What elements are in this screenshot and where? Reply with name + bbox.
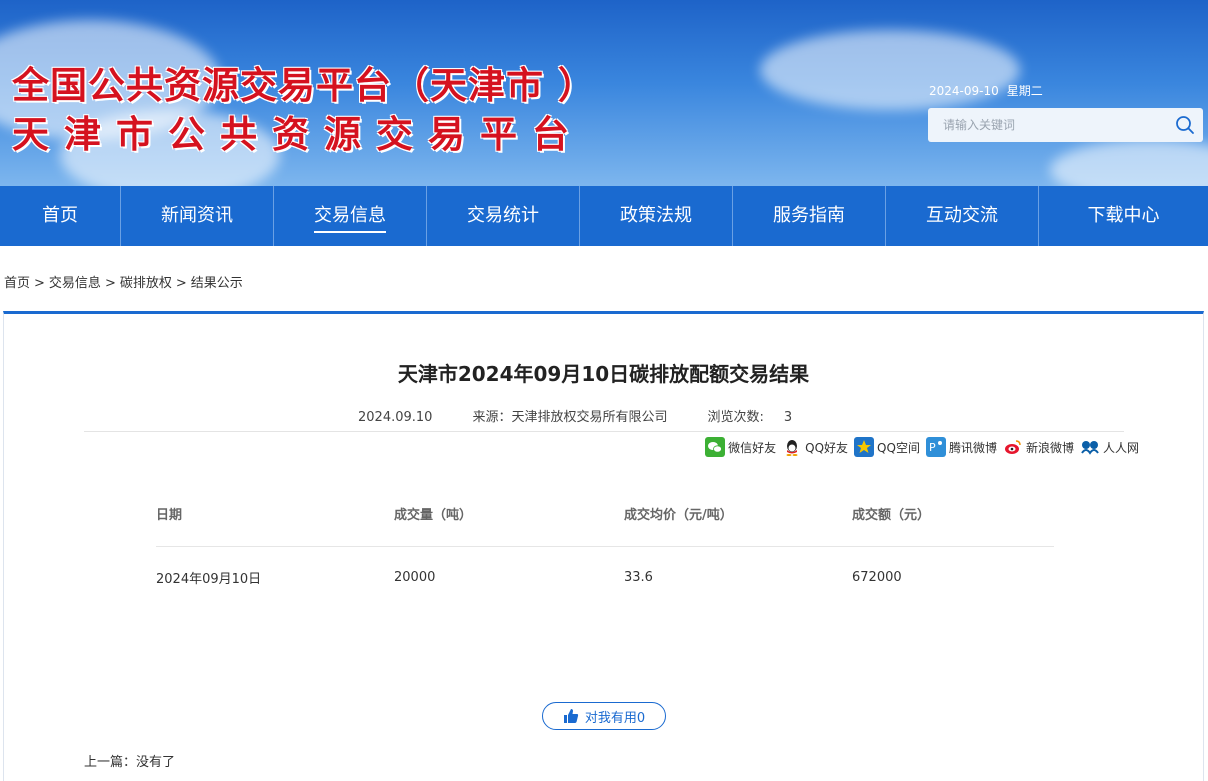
prev-label: 上一篇： (84, 755, 137, 770)
table-cell: 33.6 (624, 569, 653, 585)
views-value: 3 (783, 410, 793, 425)
nav-item-label: 首页 (42, 205, 78, 226)
article-date: 2024.09.10 (358, 410, 433, 425)
breadcrumb-separator: > (175, 276, 187, 291)
share-qzone[interactable]: QQ空间 (854, 437, 920, 457)
qzone-icon (854, 437, 875, 457)
share-qq[interactable]: QQ好友 (782, 437, 848, 457)
article-meta: 2024.09.10 来源：天津排放权交易所有限公司 浏览次数: 3 (358, 406, 832, 425)
cloud-decoration (1050, 140, 1208, 186)
nav-item-service-guide[interactable]: 服务指南 (733, 186, 886, 246)
breadcrumb: 首页 > 交易信息 > 碳排放权 > 结果公示 (4, 272, 243, 291)
share-wechat[interactable]: 微信好友 (705, 437, 776, 457)
renren-icon (1081, 441, 1099, 455)
prev-article: 上一篇：没有了 (84, 751, 175, 770)
table-cell: 20000 (394, 569, 436, 585)
site-title-national: 全国公共资源交易平台（天津市 ） (12, 63, 596, 107)
date-text: 2024-09-10 (929, 84, 999, 98)
tencent-weibo-icon: P (925, 437, 946, 457)
nav-item-trade-info[interactable]: 交易信息 (274, 186, 427, 246)
main-nav: 首页 新闻资讯 交易信息 交易统计 政策法规 服务指南 互动交流 下载中心 (0, 186, 1208, 246)
sina-weibo-icon (1004, 440, 1021, 454)
qq-icon (786, 440, 798, 456)
nav-item-label: 互动交流 (926, 205, 998, 226)
table-cell: 672000 (852, 569, 902, 585)
breadcrumb-trade-info[interactable]: 交易信息 (49, 276, 101, 291)
site-header: 全国公共资源交易平台（天津市 ） 天津市公共资源交易平台 2024-09-10 星… (0, 0, 1208, 186)
nav-item-home[interactable]: 首页 (0, 186, 121, 246)
nav-item-interaction[interactable]: 互动交流 (886, 186, 1039, 246)
source-value: 天津排放权交易所有限公司 (511, 410, 668, 425)
nav-item-label: 服务指南 (773, 205, 845, 226)
wechat-icon (705, 437, 726, 457)
breadcrumb-separator: > (34, 276, 45, 291)
nav-item-label: 交易信息 (314, 203, 386, 233)
nav-item-label: 新闻资讯 (161, 205, 233, 226)
article-views: 浏览次数: 3 (707, 410, 792, 425)
share-renren[interactable]: 人人网 (1080, 437, 1139, 457)
useful-label: 对我有用0 (584, 710, 646, 726)
svg-text:P: P (929, 441, 936, 454)
nav-item-downloads[interactable]: 下载中心 (1039, 186, 1208, 246)
search-icon[interactable] (1175, 115, 1195, 135)
table-cell: 2024年09月10日 (156, 571, 262, 587)
share-label: QQ空间 (877, 440, 920, 455)
share-sina-weibo[interactable]: 新浪微博 (1003, 437, 1074, 457)
views-label: 浏览次数: (707, 410, 764, 425)
trade-result-table: 日期 成交量（吨） 成交均价（元/吨） 成交额（元） 2024年09月10日 2… (156, 504, 1054, 607)
header-date: 2024-09-10 星期二 (929, 82, 1051, 99)
share-label: 腾讯微博 (948, 440, 997, 455)
weekday-text: 星期二 (1006, 84, 1043, 98)
site-title-tianjin: 天津市公共资源交易平台 (12, 112, 584, 156)
search-box (928, 108, 1203, 142)
nav-item-policy[interactable]: 政策法规 (580, 186, 733, 246)
share-label: QQ好友 (805, 440, 849, 455)
share-label: 新浪微博 (1025, 440, 1074, 455)
article-source: 来源：天津排放权交易所有限公司 (472, 410, 667, 425)
nav-item-news[interactable]: 新闻资讯 (121, 186, 274, 246)
table-row: 2024年09月10日 20000 33.6 672000 (156, 547, 1054, 607)
article-container: 天津市2024年09月10日碳排放配额交易结果 2024.09.10 来源：天津排… (3, 311, 1204, 781)
breadcrumb-results[interactable]: 结果公示 (191, 276, 243, 291)
breadcrumb-carbon[interactable]: 碳排放权 (120, 276, 172, 291)
nav-item-trade-stats[interactable]: 交易统计 (427, 186, 580, 246)
breadcrumb-home[interactable]: 首页 (4, 276, 30, 291)
nav-item-label: 交易统计 (467, 205, 539, 226)
source-label: 来源： (472, 410, 512, 425)
share-tencent-weibo[interactable]: P 腾讯微博 (925, 437, 997, 457)
share-bar: 微信好友 QQ好友 QQ空间 P 腾讯微博 新浪微博 人人网 (699, 437, 1139, 457)
table-header-cell: 成交量（吨） (394, 508, 473, 523)
nav-item-label: 下载中心 (1087, 205, 1160, 226)
table-header-cell: 成交均价（元/吨） (624, 508, 733, 523)
breadcrumb-separator: > (104, 276, 116, 291)
search-input[interactable] (928, 108, 1163, 142)
table-header-cell: 日期 (156, 508, 183, 523)
useful-button[interactable]: 对我有用0 (542, 702, 666, 730)
thumbs-up-icon (563, 709, 578, 723)
prev-article-link[interactable]: 没有了 (136, 755, 175, 770)
share-label: 微信好友 (728, 440, 777, 455)
meta-divider (84, 431, 1124, 432)
share-label: 人人网 (1102, 440, 1139, 455)
nav-item-label: 政策法规 (620, 205, 692, 226)
article-title: 天津市2024年09月10日碳排放配额交易结果 (397, 362, 810, 386)
table-header-cell: 成交额（元） (852, 508, 931, 523)
table-header-row: 日期 成交量（吨） 成交均价（元/吨） 成交额（元） (156, 504, 1054, 547)
